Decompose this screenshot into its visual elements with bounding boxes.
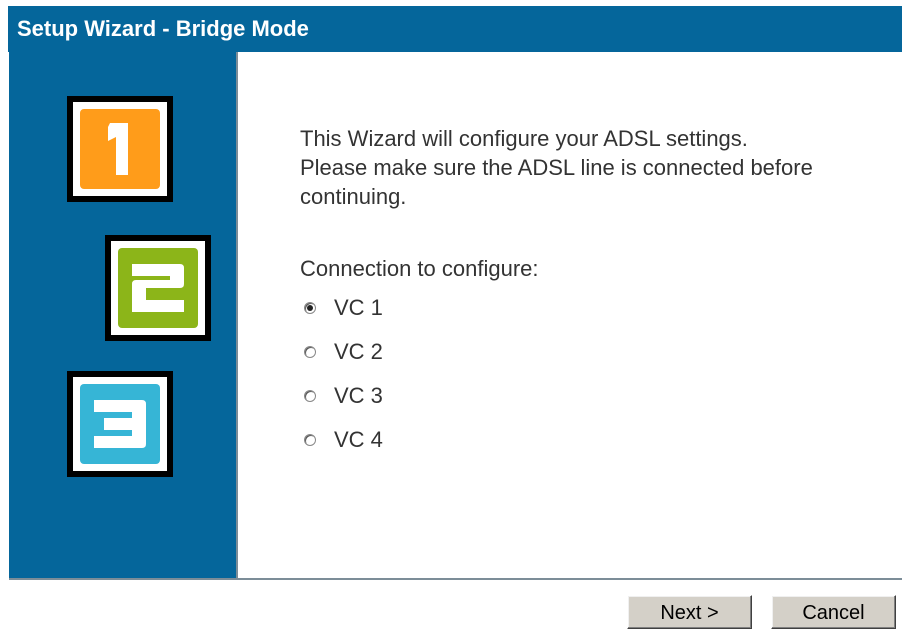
radio-button[interactable]	[304, 390, 316, 402]
radio-button[interactable]	[304, 434, 316, 446]
radio-button[interactable]	[304, 346, 316, 358]
radio-label: VC 1	[334, 295, 383, 320]
intro-text: This Wizard will configure your ADSL set…	[300, 124, 813, 211]
step-1-icon	[108, 123, 128, 175]
radio-label: VC 2	[334, 339, 383, 364]
radio-label: VC 3	[334, 383, 383, 408]
wizard-content: This Wizard will configure your ADSL set…	[238, 52, 902, 578]
step-3-badge	[67, 371, 173, 477]
intro-line-1: This Wizard will configure your ADSL set…	[300, 126, 748, 151]
step-3-icon	[94, 400, 146, 448]
button-bar: Next > Cancel	[9, 578, 902, 637]
cancel-button[interactable]: Cancel	[771, 595, 896, 629]
step-sidebar	[9, 52, 238, 580]
step-1-badge	[67, 96, 173, 202]
wizard-window: Setup Wizard - Bridge Mode This Wizard w…	[0, 0, 902, 637]
radio-label: VC 4	[334, 427, 383, 452]
radio-option-vc3[interactable]: VC 3	[304, 381, 383, 411]
step-2-badge	[105, 235, 211, 341]
window-title: Setup Wizard - Bridge Mode	[8, 6, 902, 52]
radio-option-vc1[interactable]: VC 1	[304, 293, 383, 323]
intro-line-3: continuing.	[300, 184, 407, 209]
radio-option-vc4[interactable]: VC 4	[304, 425, 383, 455]
step-2-icon	[132, 264, 184, 312]
connection-label: Connection to configure:	[300, 256, 539, 281]
radio-button[interactable]	[304, 302, 316, 314]
radio-option-vc2[interactable]: VC 2	[304, 337, 383, 367]
next-button[interactable]: Next >	[627, 595, 752, 629]
intro-line-2: Please make sure the ADSL line is connec…	[300, 155, 813, 180]
